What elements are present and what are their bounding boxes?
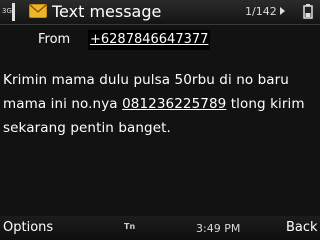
message-position-counter: 1/142 bbox=[245, 5, 277, 18]
options-softkey[interactable]: Options bbox=[3, 220, 53, 236]
sender-number-link[interactable]: +6287846647377 bbox=[88, 30, 211, 50]
header-divider bbox=[0, 24, 320, 25]
softkey-bar: Options Tn 3:49 PM Back bbox=[0, 216, 320, 240]
message-body: Krimin mama dulu pulsa 50rbu di no baru … bbox=[3, 68, 315, 140]
app-title: Text message bbox=[52, 2, 162, 21]
battery-icon bbox=[303, 4, 313, 19]
signal-indicator: 3G bbox=[2, 3, 28, 21]
clock: 3:49 PM bbox=[196, 222, 241, 235]
signal-strength-icon bbox=[12, 3, 15, 21]
right-arrow-icon[interactable] bbox=[279, 6, 287, 16]
network-type-label: 3G bbox=[2, 7, 12, 15]
envelope-icon bbox=[29, 4, 47, 18]
sender-row: From +6287846647377 bbox=[0, 29, 320, 53]
phone-number-link[interactable]: 081236225789 bbox=[122, 96, 226, 112]
from-label: From bbox=[38, 32, 71, 47]
input-mode-indicator: Tn bbox=[124, 222, 136, 231]
status-bar: 3G Text message 1/142 bbox=[0, 0, 320, 24]
back-softkey[interactable]: Back bbox=[286, 220, 318, 236]
